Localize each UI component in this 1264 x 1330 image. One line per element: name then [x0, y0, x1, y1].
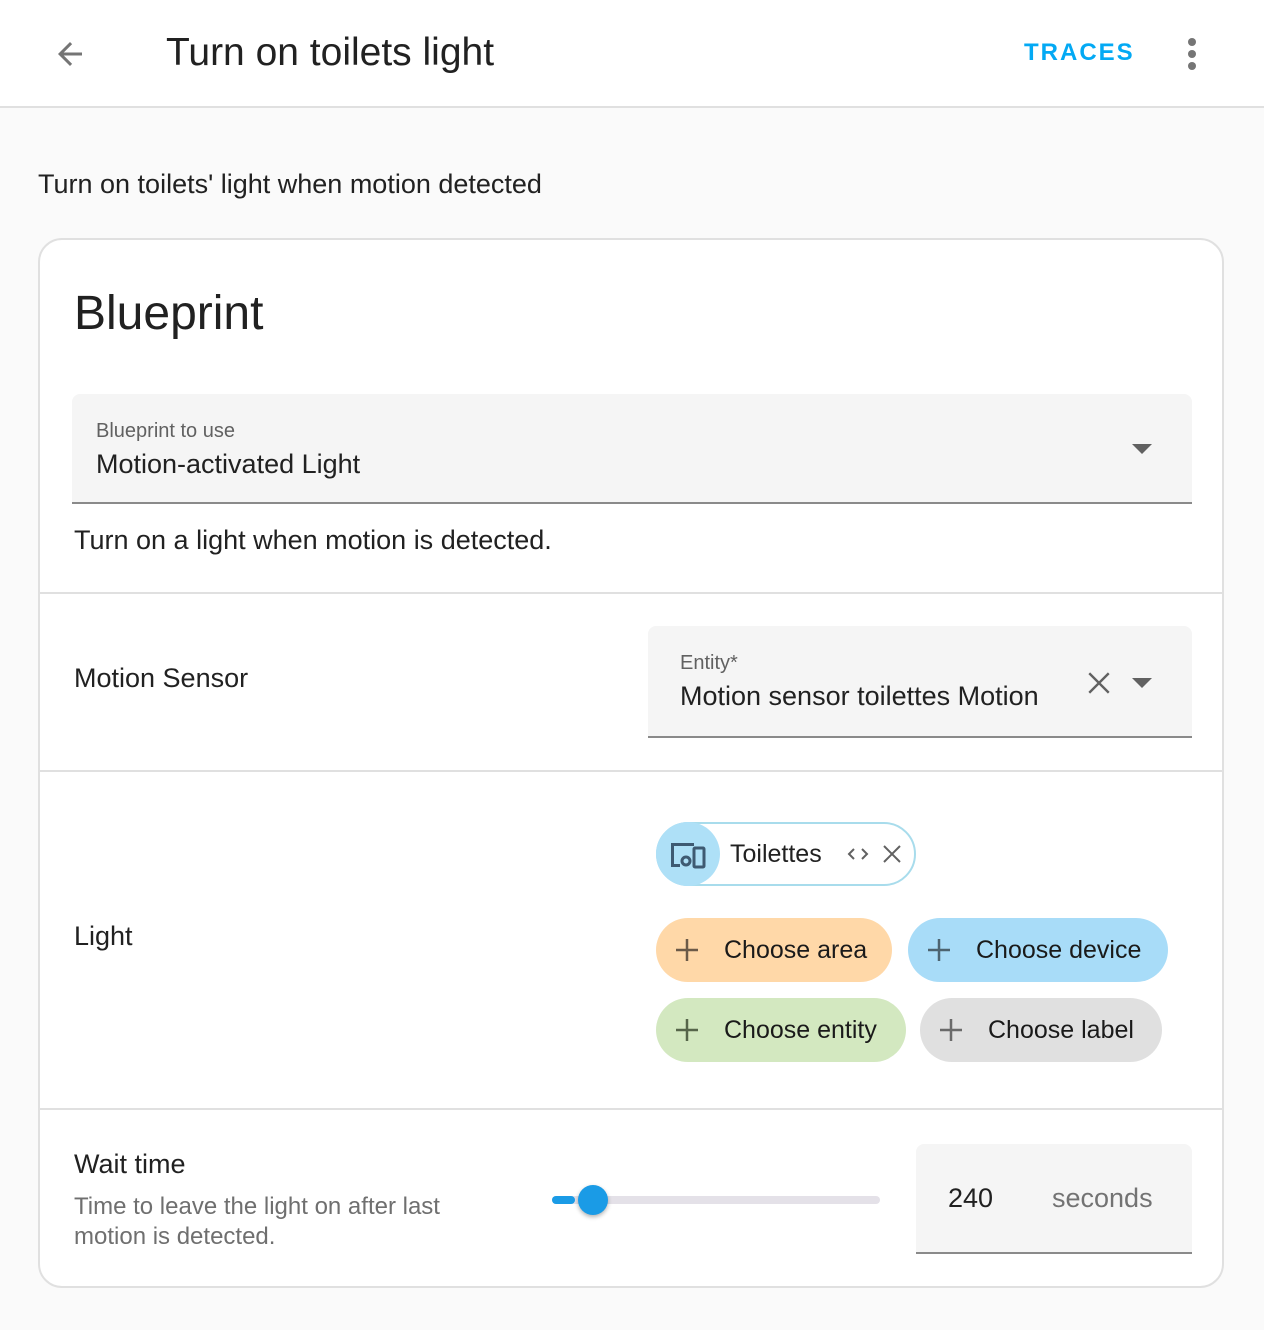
chip-icon-container — [656, 822, 720, 886]
choose-area-label: Choose area — [724, 936, 868, 964]
automation-description: Turn on toilets' light when motion detec… — [38, 169, 542, 199]
traces-button[interactable]: TRACES — [1010, 32, 1149, 74]
clear-entity-button[interactable] — [1082, 666, 1116, 700]
blueprint-description: Turn on a light when motion is detected. — [74, 525, 552, 555]
choose-area-button[interactable]: Choose area — [656, 918, 892, 982]
entity-field-value: Motion sensor toilettes Motion — [680, 681, 1039, 711]
arrow-left-icon — [58, 42, 82, 66]
wait-time-input[interactable]: 240 seconds — [916, 1144, 1192, 1254]
blueprint-card: Blueprint Blueprint to use Motion-activa… — [38, 238, 1224, 1288]
target-chip-label: Toilettes — [730, 840, 822, 868]
dots-vertical-icon — [1188, 38, 1196, 70]
wait-time-unit: seconds — [1052, 1183, 1153, 1213]
divider — [40, 592, 1222, 594]
back-button[interactable] — [44, 30, 96, 78]
close-icon — [883, 845, 901, 863]
wait-time-value: 240 — [948, 1183, 994, 1213]
motion-sensor-label: Motion Sensor — [74, 663, 249, 693]
remove-target-button[interactable] — [878, 840, 906, 868]
plus-icon — [674, 1017, 700, 1043]
dropdown-arrow-icon[interactable] — [1132, 678, 1152, 688]
devices-icon — [671, 843, 706, 869]
wait-time-slider[interactable] — [552, 1180, 882, 1220]
divider — [40, 1108, 1222, 1110]
entity-field-label: Entity* — [680, 652, 738, 674]
page-title: Turn on toilets light — [166, 31, 495, 74]
plus-icon — [674, 937, 700, 963]
plus-icon — [926, 937, 952, 963]
wait-time-label: Wait time — [74, 1149, 186, 1179]
overflow-menu-button[interactable] — [1168, 28, 1216, 80]
dropdown-arrow-icon — [1132, 444, 1152, 454]
target-chip-toilettes[interactable]: Toilettes — [656, 822, 916, 886]
choose-label-label: Choose label — [988, 1016, 1134, 1044]
blueprint-select-label: Blueprint to use — [96, 420, 235, 442]
wait-time-description: Time to leave the light on after last mo… — [74, 1193, 440, 1250]
motion-sensor-entity-picker[interactable]: Entity* Motion sensor toilettes Motion — [648, 626, 1192, 738]
card-title: Blueprint — [74, 287, 264, 340]
divider — [40, 770, 1222, 772]
slider-fill — [552, 1196, 575, 1204]
blueprint-select-value: Motion-activated Light — [96, 449, 361, 479]
choose-device-label: Choose device — [976, 936, 1142, 964]
blueprint-select[interactable]: Blueprint to use Motion-activated Light — [72, 394, 1192, 504]
choose-entity-label: Choose entity — [724, 1016, 877, 1044]
top-app-bar: Turn on toilets light TRACES — [0, 0, 1264, 108]
light-label: Light — [74, 921, 133, 951]
code-brackets-icon — [847, 848, 869, 860]
close-icon — [1088, 672, 1110, 694]
slider-thumb[interactable] — [577, 1185, 608, 1215]
choose-label-button[interactable]: Choose label — [920, 998, 1162, 1062]
plus-icon — [938, 1017, 964, 1043]
choose-entity-button[interactable]: Choose entity — [656, 998, 906, 1062]
choose-device-button[interactable]: Choose device — [908, 918, 1168, 982]
expand-target-button[interactable] — [844, 840, 872, 868]
